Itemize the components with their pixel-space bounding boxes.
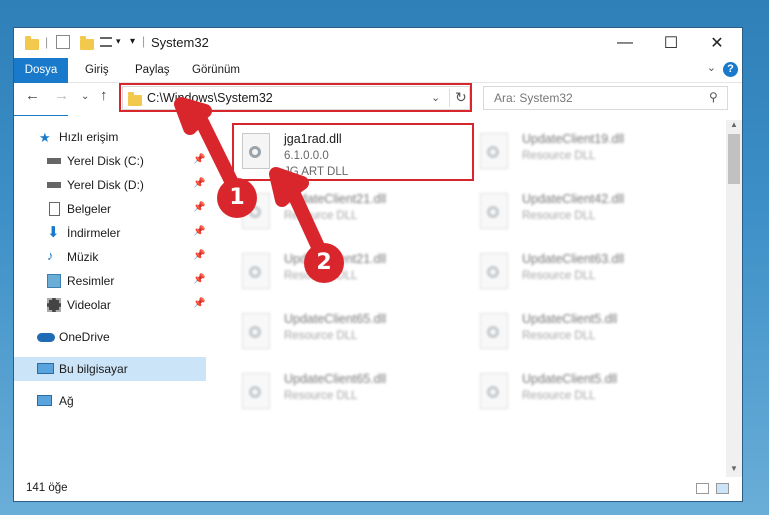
callout-arrows: [174, 97, 332, 269]
callout-badge-1: 1: [217, 178, 257, 218]
callout-badge-2: 2: [304, 243, 344, 283]
